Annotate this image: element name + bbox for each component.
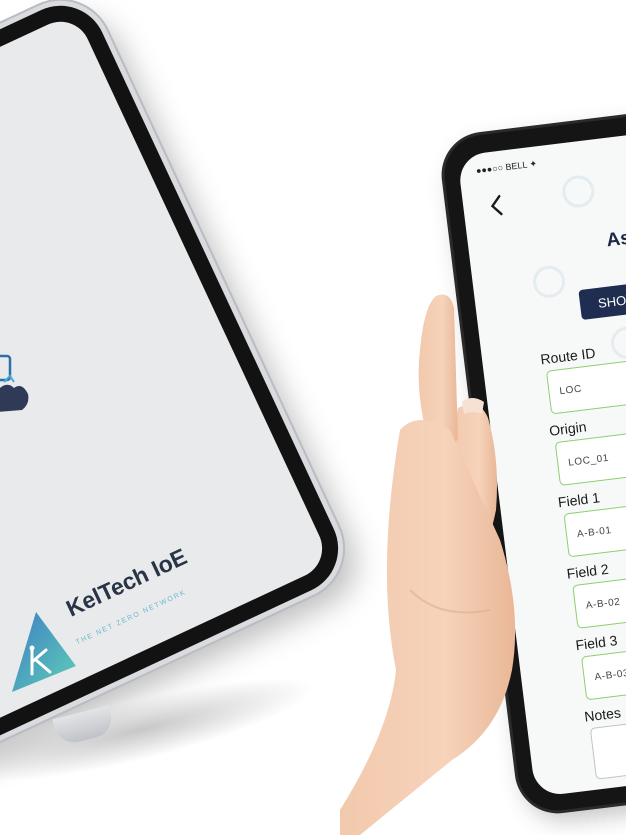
watermark-icon xyxy=(609,324,626,361)
field-1-label: Field 1 xyxy=(557,489,601,511)
field-3-label: Field 3 xyxy=(574,632,619,654)
origin-label: Origin xyxy=(548,418,588,439)
route-id-label: Route ID xyxy=(539,344,597,368)
field-2-label: Field 2 xyxy=(565,560,610,582)
chevron-left-icon[interactable] xyxy=(487,193,506,219)
keltech-triangle-logo xyxy=(12,612,76,692)
notes-label: Notes xyxy=(583,704,622,725)
holding-hand xyxy=(340,294,516,835)
hand-tap-icon xyxy=(0,354,29,412)
status-bar: ●●●○○ BELL ✦ xyxy=(475,158,538,176)
show-button[interactable]: SHOW I xyxy=(578,275,626,321)
watermark-icon xyxy=(560,173,597,210)
page-title: Assi xyxy=(605,225,626,252)
